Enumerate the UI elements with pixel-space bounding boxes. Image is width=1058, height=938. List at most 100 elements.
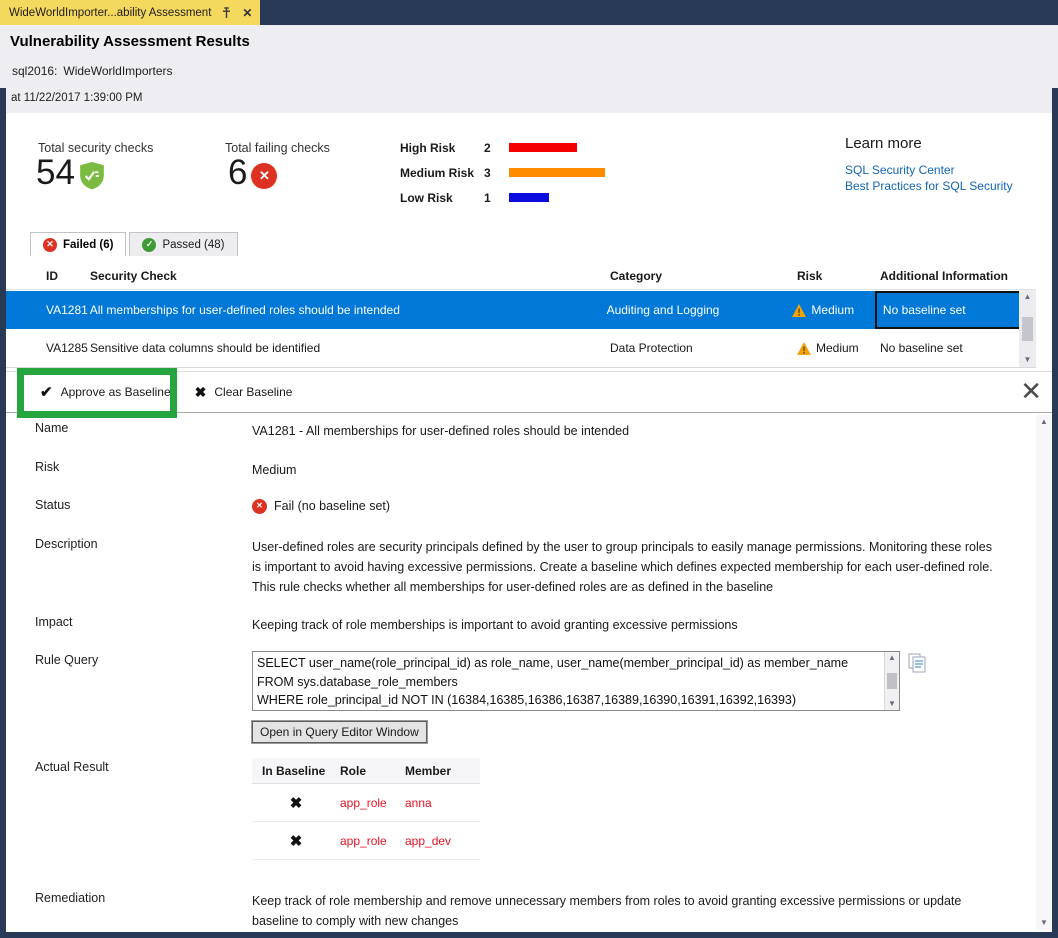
description-value: User-defined roles are security principa… (252, 537, 1002, 597)
link-best-practices[interactable]: Best Practices for SQL Security (845, 178, 1013, 194)
rule-query-text[interactable]: SELECT user_name(role_principal_id) as r… (257, 654, 882, 710)
medium-risk-label: Medium Risk (400, 166, 484, 180)
column-in-baseline: In Baseline (252, 764, 340, 778)
cell-additional-info: No baseline set (880, 341, 1030, 355)
failing-checks-value: 6 ✕ (228, 153, 277, 193)
not-in-baseline-icon: ✖ (252, 832, 340, 850)
column-security-check[interactable]: Security Check (90, 269, 610, 283)
medium-risk-bar (509, 168, 605, 177)
grid-header: ID Security Check Category Risk Addition… (6, 262, 1036, 290)
column-category[interactable]: Category (610, 269, 797, 283)
copy-icon[interactable] (908, 653, 926, 678)
grid-bottom-border (6, 367, 1036, 368)
server-database-line: sql2016:WideWorldImporters (12, 64, 173, 78)
details-scrollbar[interactable]: ▲ ▼ (1036, 415, 1052, 930)
document-tab-title: WideWorldImporter...ability Assessment (9, 7, 211, 19)
description-label: Description (35, 537, 98, 551)
scroll-up-icon[interactable]: ▲ (1024, 293, 1032, 301)
result-row-anna: ✖ app_role anna (252, 784, 480, 822)
details-close-icon[interactable]: ✕ (1020, 378, 1042, 404)
column-role: Role (340, 764, 405, 778)
clear-baseline-label: Clear Baseline (214, 385, 292, 399)
tab-passed[interactable]: ✓ Passed (48) (129, 232, 237, 256)
check-icon: ✔ (40, 383, 53, 401)
cell-id: VA1285 (46, 341, 90, 355)
baseline-toolbar: ✔ Approve as Baseline ✖ Clear Baseline ✕ (6, 371, 1052, 413)
status-value: ✕ Fail (no baseline set) (252, 496, 390, 516)
page-title: Vulnerability Assessment Results (10, 33, 250, 50)
rule-query-box[interactable]: SELECT user_name(role_principal_id) as r… (252, 651, 900, 711)
actual-result-table: In Baseline Role Member ✖ app_role anna … (252, 758, 480, 860)
status-label: Status (35, 498, 70, 512)
scrollbar-thumb[interactable] (1022, 317, 1033, 341)
low-risk-bar (509, 193, 549, 202)
tab-failed[interactable]: ✕ Failed (6) (30, 232, 126, 256)
low-risk-label: Low Risk (400, 191, 484, 205)
risk-label: Risk (35, 460, 59, 474)
scroll-down-icon[interactable]: ▼ (1040, 919, 1048, 927)
cell-category: Auditing and Logging (607, 303, 793, 317)
learn-more-title: Learn more (845, 135, 1013, 152)
rule-query-label: Rule Query (35, 653, 98, 667)
details-panel: Name VA1281 - All memberships for user-d… (6, 413, 1052, 932)
high-risk-bar (509, 143, 577, 152)
result-tabstrip: ✕ Failed (6) ✓ Passed (48) (30, 232, 238, 256)
medium-risk-count: 3 (484, 166, 509, 180)
document-tab-bar: WideWorldImporter...ability Assessment ✕ (0, 0, 1058, 25)
column-risk[interactable]: Risk (797, 269, 880, 283)
risk-row-high: High Risk 2 (400, 135, 605, 160)
result-row-app-dev: ✖ app_role app_dev (252, 822, 480, 860)
grid-scrollbar[interactable]: ▲ ▼ (1019, 290, 1036, 367)
name-label: Name (35, 421, 68, 435)
warning-triangle-icon (792, 304, 806, 317)
table-row-va1285[interactable]: VA1285 Sensitive data columns should be … (6, 329, 1036, 367)
total-checks-value: 54 (36, 153, 105, 193)
warning-triangle-icon (797, 342, 811, 355)
impact-label: Impact (35, 615, 73, 629)
member-value: anna (405, 796, 480, 810)
impact-value: Keeping track of role memberships is imp… (252, 615, 1002, 635)
clear-baseline-button[interactable]: ✖ Clear Baseline (183, 372, 305, 412)
rule-query-scrollbar[interactable]: ▲ ▼ (884, 652, 899, 710)
not-in-baseline-icon: ✖ (252, 794, 340, 812)
vulnerability-assessment-window: WideWorldImporter...ability Assessment ✕… (0, 0, 1058, 938)
failed-tab-icon: ✕ (43, 238, 57, 252)
scroll-up-icon[interactable]: ▲ (1040, 418, 1048, 426)
column-id[interactable]: ID (46, 269, 90, 283)
content-area: Total security checks 54 Total failing c… (6, 113, 1052, 932)
scan-timestamp: at 11/22/2017 1:39:00 PM (11, 92, 143, 104)
risk-legend: High Risk 2 Medium Risk 3 Low Risk 1 (400, 135, 605, 210)
scroll-up-icon[interactable]: ▲ (888, 654, 896, 662)
scroll-down-icon[interactable]: ▼ (888, 700, 896, 708)
role-value: app_role (340, 796, 405, 810)
high-risk-label: High Risk (400, 141, 484, 155)
risk-value: Medium (252, 460, 296, 480)
approve-as-baseline-button[interactable]: ✔ Approve as Baseline (28, 372, 183, 412)
document-tab[interactable]: WideWorldImporter...ability Assessment ✕ (0, 0, 260, 25)
open-in-query-editor-button[interactable]: Open in Query Editor Window (252, 721, 427, 743)
cell-category: Data Protection (610, 341, 797, 355)
scroll-down-icon[interactable]: ▼ (1024, 356, 1032, 364)
tab-close-icon[interactable]: ✕ (242, 7, 252, 19)
scrollbar-thumb[interactable] (887, 673, 897, 689)
pin-icon[interactable] (221, 7, 232, 19)
role-value: app_role (340, 834, 405, 848)
low-risk-count: 1 (484, 191, 509, 205)
column-additional-info[interactable]: Additional Information (880, 269, 1030, 283)
table-row-va1281[interactable]: VA1281 All memberships for user-defined … (6, 291, 1036, 329)
link-sql-security-center[interactable]: SQL Security Center (845, 162, 1013, 178)
cell-security-check: Sensitive data columns should be identif… (90, 341, 610, 355)
name-value: VA1281 - All memberships for user-define… (252, 421, 629, 441)
high-risk-count: 2 (484, 141, 509, 155)
cell-id: VA1281 (46, 303, 90, 317)
column-member: Member (405, 764, 480, 778)
fail-status-icon: ✕ (252, 499, 267, 514)
approve-as-baseline-label: Approve as Baseline (61, 385, 171, 399)
member-value: app_dev (405, 834, 480, 848)
risk-row-medium: Medium Risk 3 (400, 160, 605, 185)
x-icon: ✖ (195, 384, 207, 401)
cell-additional-info-focused[interactable]: No baseline set (875, 291, 1036, 329)
cell-risk: Medium (797, 341, 880, 355)
database-name: WideWorldImporters (63, 64, 172, 78)
passed-tab-icon: ✓ (142, 238, 156, 252)
